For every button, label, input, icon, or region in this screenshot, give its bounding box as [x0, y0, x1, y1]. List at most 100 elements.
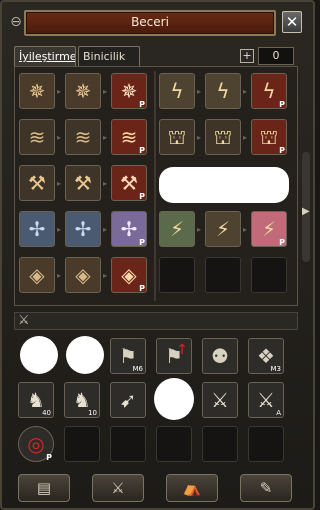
active-skill-row3-1[interactable]: ◎ P — [18, 426, 54, 462]
skill-slot-left-10[interactable]: ✢ — [19, 211, 55, 247]
tab-binicilik[interactable]: Binicilik — [78, 46, 140, 66]
active-skill-row2-2-tag: 10 — [88, 409, 97, 417]
empty-active-slot[interactable] — [202, 426, 238, 462]
skill-slot-left-4-icon: ≋ — [28, 125, 46, 149]
empty-active-slot[interactable] — [248, 426, 284, 462]
footer-button-craft[interactable]: ✎ — [240, 474, 292, 502]
skill-slot-left-2[interactable]: ✵ — [65, 73, 101, 109]
footer-button-camp[interactable]: ⛺ — [166, 474, 218, 502]
tab-iyilestirme[interactable]: İyileştirme — [14, 46, 76, 66]
active-skill-row2-1-tag: 40 — [42, 409, 51, 417]
skill-slot-left-1-icon: ✵ — [28, 79, 46, 103]
sword-icon: ⚔ — [18, 313, 30, 328]
active-skill-3[interactable]: ⚑ M6 — [110, 338, 146, 374]
skill-slot-left-15[interactable]: ◈ P — [111, 257, 147, 293]
skill-slot-left-3[interactable]: ✵ P — [111, 73, 147, 109]
empty-skill-slot[interactable] — [205, 257, 241, 293]
skill-slot-right-3-tag: P — [279, 100, 285, 109]
skill-slot-left-10-icon: ✢ — [28, 217, 46, 241]
skill-slot-left-6-icon: ≋ — [120, 125, 138, 149]
skill-slot-left-11-icon: ✢ — [74, 217, 92, 241]
footer-button-list[interactable]: ▤ — [18, 474, 70, 502]
active-skill-row2-1[interactable]: ♞ 40 — [18, 382, 54, 418]
skill-slot-left-15-tag: P — [139, 284, 145, 293]
skill-slot-right-4[interactable]: ⛫ — [159, 119, 195, 155]
skill-slot-right-6-tag: P — [279, 146, 285, 155]
active-skill-row2-6[interactable]: ⚔ A — [248, 382, 284, 418]
active-skill-row2-5[interactable]: ⚔ — [202, 382, 238, 418]
points-value: 0 — [258, 47, 294, 65]
active-skill-row2-5-icon: ⚔ — [211, 388, 229, 412]
skill-slot-left-3-tag: P — [139, 100, 145, 109]
skill-slot-right-2[interactable]: ϟ — [205, 73, 241, 109]
skill-link-arrow-icon: ▸ — [243, 133, 248, 142]
empty-skill-slot[interactable] — [251, 257, 287, 293]
skill-slot-left-11[interactable]: ✢ — [65, 211, 101, 247]
skill-slot-left-14-icon: ◈ — [75, 263, 91, 287]
active-skill-row2-3[interactable]: ➹ — [110, 382, 146, 418]
empty-active-slot[interactable] — [110, 426, 146, 462]
add-point-button[interactable]: + — [240, 49, 254, 63]
skill-slot-left-7-icon: ⚒ — [28, 171, 46, 195]
skill-link-arrow-icon: ▸ — [197, 133, 202, 142]
active-skill-6-tag: M3 — [270, 365, 282, 373]
pin-icon[interactable]: ⊖ — [8, 12, 24, 32]
skill-slot-right-2-icon: ϟ — [216, 79, 230, 103]
redacted-slot — [154, 378, 194, 420]
skill-link-arrow-icon: ▸ — [103, 179, 108, 188]
skill-link-arrow-icon: ▸ — [57, 179, 62, 188]
skill-slot-left-13[interactable]: ◈ — [19, 257, 55, 293]
skill-slot-left-13-icon: ◈ — [29, 263, 45, 287]
active-skill-5[interactable]: ⚉ — [202, 338, 238, 374]
skill-slot-left-12[interactable]: ✢ P — [111, 211, 147, 247]
active-skill-row2-1-icon: ♞ — [27, 388, 45, 412]
skill-link-arrow-icon: ▸ — [103, 225, 108, 234]
skill-slot-right-4-icon: ⛫ — [167, 125, 187, 149]
empty-active-slot[interactable] — [156, 426, 192, 462]
active-skill-row2-6-tag: A — [276, 409, 281, 417]
skill-slot-left-1[interactable]: ✵ — [19, 73, 55, 109]
title-bar[interactable]: ⊖ Beceri ✕ — [6, 10, 306, 36]
skill-slot-right-6[interactable]: ⛫ P — [251, 119, 287, 155]
skill-slot-right-8-icon: ⚡ — [215, 217, 231, 241]
skill-slot-left-7[interactable]: ⚒ — [19, 165, 55, 201]
skill-slot-left-9[interactable]: ⚒ P — [111, 165, 147, 201]
active-skill-6-icon: ❖ — [257, 344, 275, 368]
skill-slot-right-9-tag: P — [279, 238, 285, 247]
active-skill-row2-2[interactable]: ♞ 10 — [64, 382, 100, 418]
skill-slot-right-1[interactable]: ϟ — [159, 73, 195, 109]
skill-slot-right-3[interactable]: ϟP — [251, 73, 287, 109]
active-skill-5-icon: ⚉ — [211, 344, 229, 368]
redacted-slot — [20, 336, 58, 374]
skill-slot-right-8[interactable]: ⚡ — [205, 211, 241, 247]
skill-slot-left-6[interactable]: ≋ P — [111, 119, 147, 155]
skill-link-arrow-icon: ▸ — [243, 225, 248, 234]
empty-skill-slot[interactable] — [159, 257, 195, 293]
redacted-area — [159, 167, 289, 203]
skill-slot-left-5-icon: ≋ — [74, 125, 92, 149]
active-skill-3-icon: ⚑ — [119, 344, 137, 368]
close-button[interactable]: ✕ — [282, 11, 302, 33]
skill-link-arrow-icon: ▸ — [103, 271, 108, 280]
scroll-right-arrow-icon[interactable]: ▶ — [302, 206, 312, 220]
skill-points: + 0 — [240, 47, 294, 65]
skill-slot-left-15-icon: ◈ — [121, 263, 137, 287]
active-skill-3-tag: M6 — [132, 365, 144, 373]
footer-button-weapon[interactable]: ⚔ — [92, 474, 144, 502]
skill-slot-left-4[interactable]: ≋ — [19, 119, 55, 155]
footer-buttons: ▤ ⚔ ⛺ ✎ — [14, 474, 298, 504]
active-skill-6[interactable]: ❖ M3 — [248, 338, 284, 374]
skill-slot-right-7[interactable]: ⚡ — [159, 211, 195, 247]
empty-active-slot[interactable] — [64, 426, 100, 462]
skill-slot-left-14[interactable]: ◈ — [65, 257, 101, 293]
active-skill-4[interactable]: ⚑ ↑ — [156, 338, 192, 374]
skill-slot-right-5-icon: ⛫ — [213, 125, 233, 149]
skill-slot-left-8[interactable]: ⚒ — [65, 165, 101, 201]
skill-slot-left-5[interactable]: ≋ — [65, 119, 101, 155]
skill-window: ⊖ Beceri ✕ İyileştirme Binicilik + 0 ✵ ▸ ✵… — [0, 0, 315, 510]
skill-slot-right-9[interactable]: ⚡ P — [251, 211, 287, 247]
active-skill-row3-1-icon: ◎ — [27, 432, 45, 456]
skill-slot-right-5[interactable]: ⛫ — [205, 119, 241, 155]
active-skill-row2-6-icon: ⚔ — [257, 388, 275, 412]
active-skill-row2-3-icon: ➹ — [119, 388, 137, 412]
